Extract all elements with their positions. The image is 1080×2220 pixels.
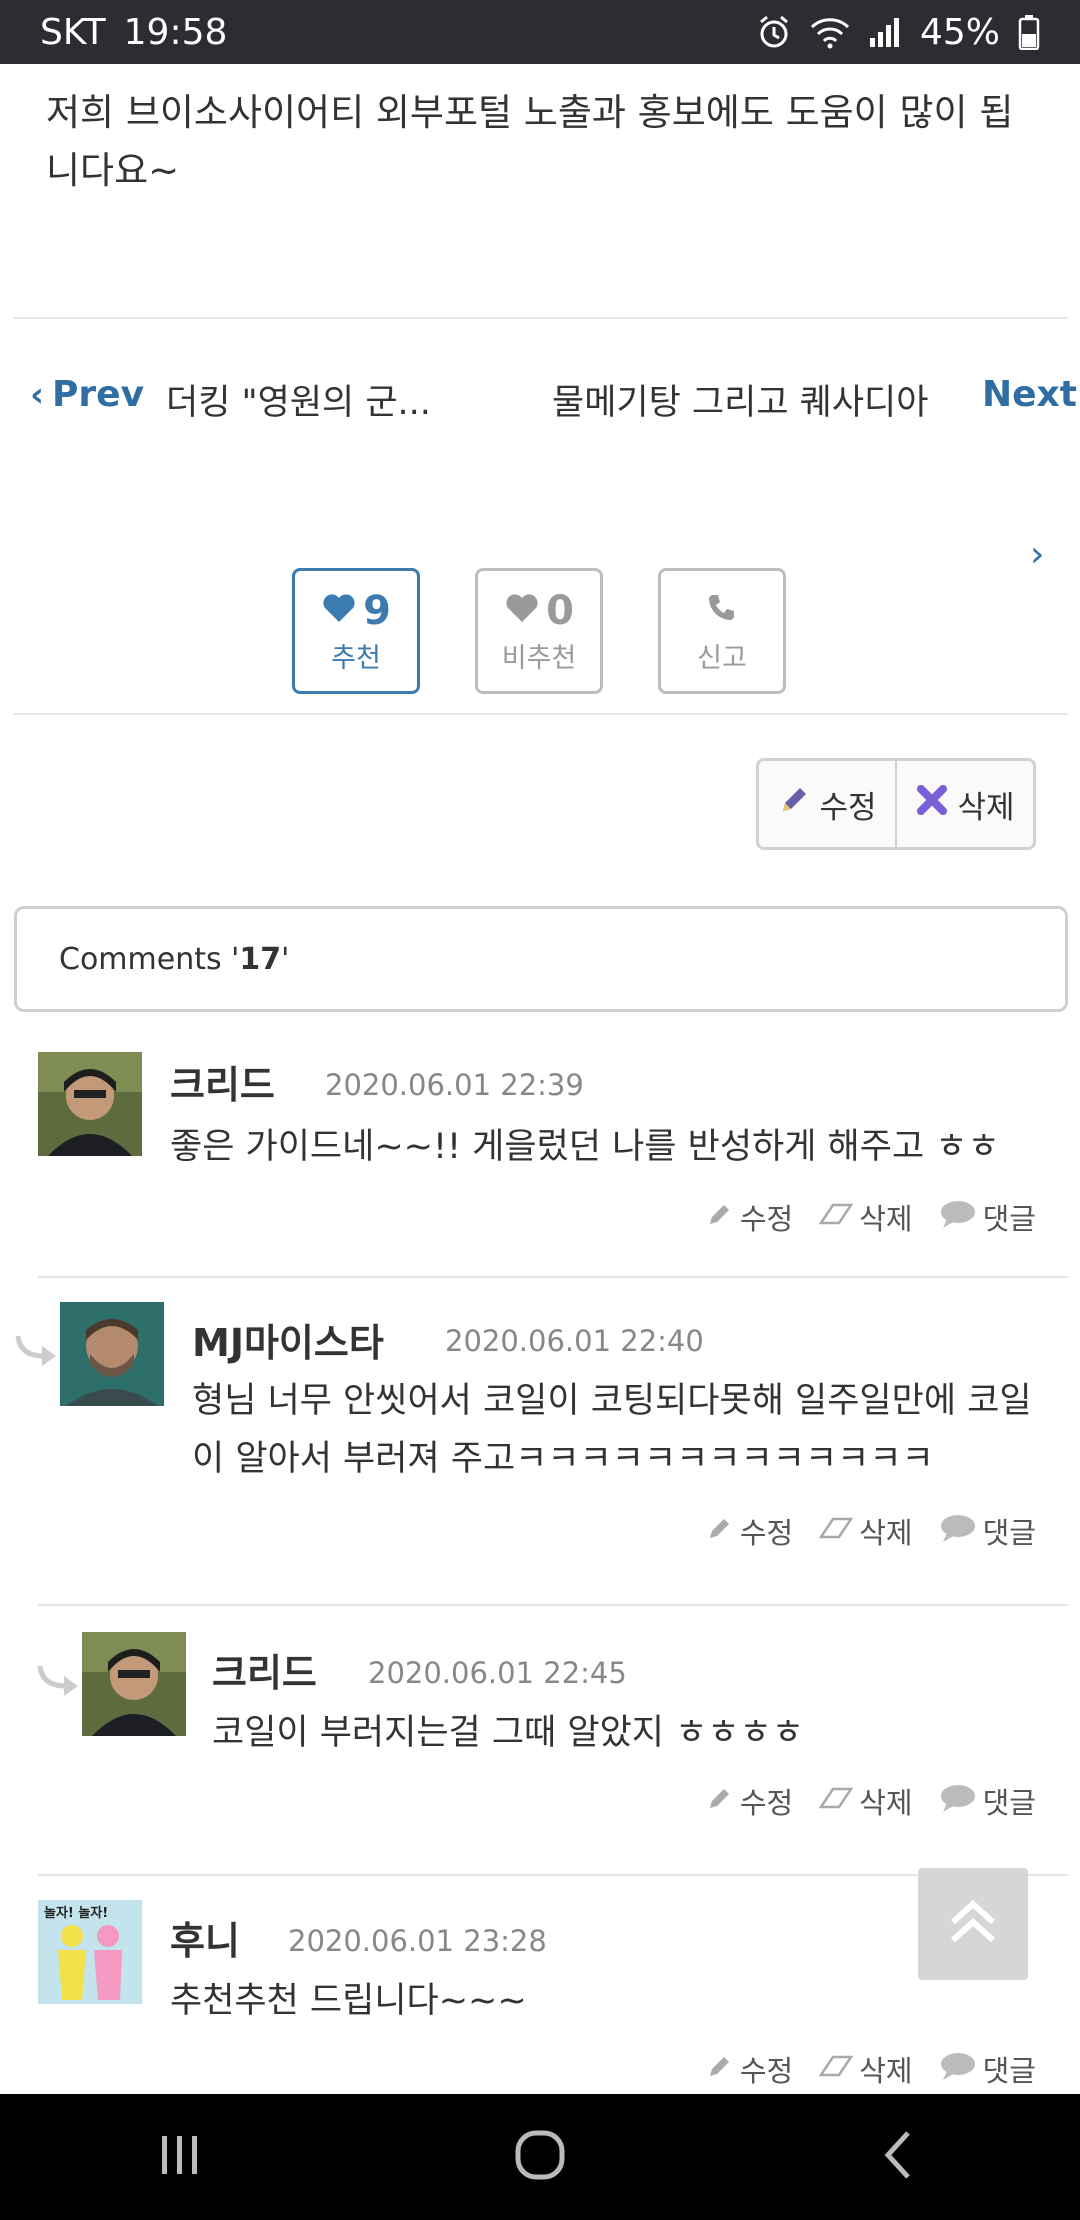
comment-edit-button[interactable]: 수정 [706, 1780, 793, 1822]
comment-text: 형님 너무 안씻어서 코일이 코팅되다못해 일주일만에 코일이 알아서 부러져 … [192, 1381, 1032, 1479]
recommend-button[interactable]: 9 추천 [292, 568, 420, 694]
next-post-link[interactable]: Next [982, 374, 1077, 415]
scroll-to-top-button[interactable] [918, 1868, 1028, 1980]
comment-delete-button[interactable]: 삭제 [818, 1780, 913, 1822]
recent-apps-icon[interactable] [150, 2130, 210, 2184]
avatar[interactable] [82, 1632, 186, 1736]
comment-delete-button[interactable]: 삭제 [818, 2048, 913, 2090]
reply-arrow-icon [36, 1662, 82, 1706]
phone-icon [707, 588, 737, 634]
comment-date: 2020.06.01 22:39 [325, 1068, 584, 1102]
comment-reply-button[interactable]: 댓글 [939, 1196, 1036, 1238]
comment-actions: 수정 삭제 댓글 [706, 1196, 1036, 1238]
prev-post-link[interactable]: ‹ Prev [30, 374, 144, 415]
comment-text: 추천추천 드립니다~~~ [170, 1981, 527, 2021]
chevron-left-icon: ‹ [30, 374, 45, 415]
speech-bubble-icon [939, 1199, 977, 1236]
comment-date: 2020.06.01 23:28 [288, 1924, 547, 1958]
alarm-icon [756, 14, 792, 50]
speech-bubble-icon [939, 1513, 977, 1550]
divider [14, 713, 1068, 715]
post-actions: 수정 삭제 [756, 758, 1036, 850]
speech-bubble-icon [939, 2051, 977, 2088]
comment-author[interactable]: MJ마이스타 [192, 1312, 384, 1367]
prev-post-title[interactable]: 더킹 "영원의 군... [166, 374, 431, 425]
divider [38, 1276, 1068, 1278]
battery-percent: 45% [919, 11, 1000, 53]
comment-reply-button[interactable]: 댓글 [939, 2048, 1036, 2090]
comment-reply-button[interactable]: 댓글 [939, 1510, 1036, 1552]
comments-header: Comments ' 17 ' [14, 906, 1068, 1012]
carrier: SKT [40, 11, 106, 53]
double-chevron-up-icon [943, 1892, 1003, 1956]
report-button[interactable]: 신고 [658, 568, 786, 694]
eraser-icon [818, 1784, 854, 1818]
divider [38, 1874, 1068, 1876]
status-bar: SKT 19:58 45% [0, 0, 1080, 64]
eraser-icon [818, 1200, 854, 1234]
comment-delete-button[interactable]: 삭제 [818, 1510, 913, 1552]
clock: 19:58 [123, 11, 228, 53]
pencil-icon [777, 783, 811, 825]
edit-post-button[interactable]: 수정 [759, 761, 895, 847]
comment-edit-button[interactable]: 수정 [706, 2048, 793, 2090]
not-recommend-label: 비추천 [501, 642, 577, 674]
not-recommend-count: 0 [546, 587, 574, 634]
pencil-icon [706, 1200, 734, 1235]
reply-arrow-icon [14, 1332, 60, 1376]
pencil-icon [706, 1784, 734, 1819]
comment-author[interactable]: 크리드 [212, 1642, 317, 1697]
home-icon[interactable] [510, 2125, 570, 2189]
page-content: 저희 브이소사이어티 외부포털 노출과 홍보에도 도움이 많이 됩니다요~ ‹ … [0, 64, 1080, 2094]
system-nav-bar [0, 2094, 1080, 2220]
comment-date: 2020.06.01 22:40 [445, 1324, 704, 1358]
comment-text: 코일이 부러지는걸 그때 알았지 ㅎㅎㅎㅎ [212, 1713, 804, 1753]
comment-edit-button[interactable]: 수정 [706, 1196, 793, 1238]
not-recommend-button[interactable]: 0 비추천 [475, 568, 603, 694]
comment-actions: 수정 삭제 댓글 [706, 1780, 1036, 1822]
comment-author[interactable]: 후니 [170, 1910, 240, 1965]
avatar[interactable] [38, 1052, 142, 1156]
post-navigation: ‹ Prev 더킹 "영원의 군... 물메기탕 그리고 퀘사디아 Next [0, 364, 1080, 434]
comment-reply-button[interactable]: 댓글 [939, 1780, 1036, 1822]
comment-text: 좋은 가이드네~~!! 게을렀던 나를 반성하게 해주고 ㅎㅎ [170, 1127, 1000, 1167]
comment-author[interactable]: 크리드 [170, 1054, 275, 1109]
signal-icon [868, 16, 902, 48]
eraser-icon [818, 1514, 854, 1548]
recommend-count: 9 [363, 587, 391, 634]
wifi-icon [810, 15, 850, 49]
comment-actions: 수정 삭제 댓글 [706, 2048, 1036, 2090]
divider [38, 1604, 1068, 1606]
comment-edit-button[interactable]: 수정 [706, 1510, 793, 1552]
article-body: 저희 브이소사이어티 외부포털 노출과 홍보에도 도움이 많이 됩니다요~ [46, 91, 1014, 192]
pencil-icon [706, 1514, 734, 1549]
comment-actions: 수정 삭제 댓글 [706, 1510, 1036, 1552]
battery-icon [1018, 14, 1040, 50]
recommend-label: 추천 [331, 642, 381, 674]
pencil-icon [706, 2052, 734, 2087]
next-post-title[interactable]: 물메기탕 그리고 퀘사디아 [552, 374, 928, 425]
avatar-caption: 놀자! 놀자! [44, 1906, 109, 1921]
back-icon[interactable] [870, 2125, 930, 2189]
comment-delete-button[interactable]: 삭제 [818, 1196, 913, 1238]
eraser-icon [818, 2052, 854, 2086]
chevron-right-icon[interactable]: › [1030, 534, 1044, 575]
divider [14, 317, 1068, 319]
avatar[interactable] [60, 1302, 164, 1406]
delete-post-button[interactable]: 삭제 [895, 761, 1033, 847]
speech-bubble-icon [939, 1783, 977, 1820]
report-label: 신고 [697, 642, 747, 674]
close-icon [915, 783, 949, 825]
heart-icon [504, 588, 540, 634]
avatar[interactable]: 놀자! 놀자! [38, 1900, 142, 2004]
comment-date: 2020.06.01 22:45 [368, 1656, 627, 1690]
heart-icon [321, 588, 357, 634]
comments-count: 17 [239, 941, 282, 977]
